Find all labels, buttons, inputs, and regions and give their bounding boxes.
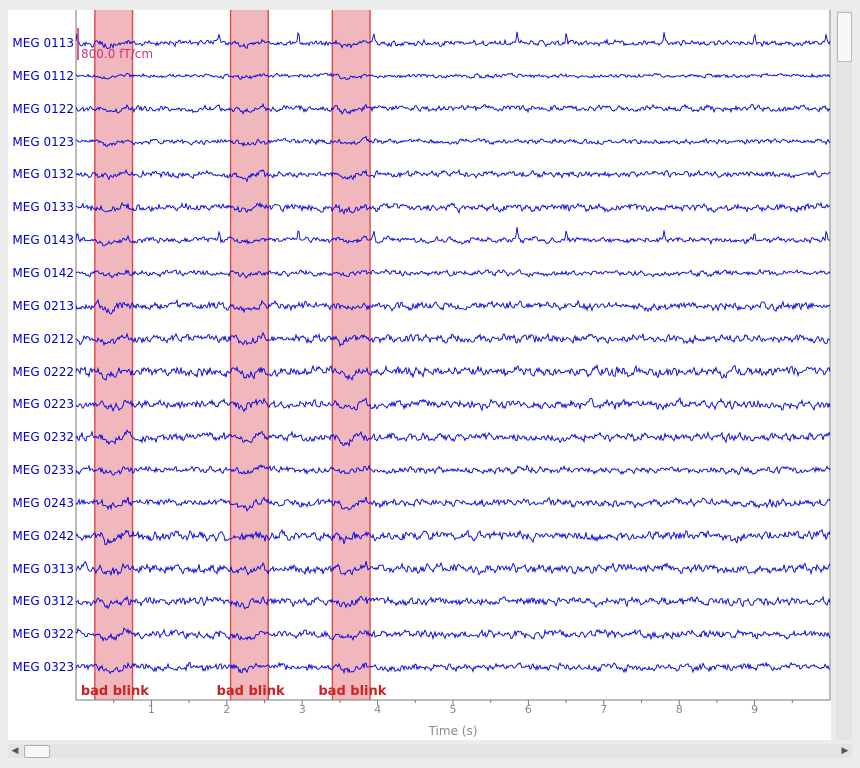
channel-trace[interactable] bbox=[75, 298, 831, 315]
channel-trace[interactable] bbox=[75, 31, 831, 50]
channel-label[interactable]: MEG 0223 bbox=[10, 397, 74, 411]
channel-trace[interactable] bbox=[75, 201, 831, 216]
x-tick-label: 3 bbox=[298, 703, 306, 716]
x-tick-label: 7 bbox=[600, 703, 608, 716]
channel-trace[interactable] bbox=[75, 331, 831, 348]
channel-trace[interactable] bbox=[75, 397, 831, 413]
channel-trace[interactable] bbox=[75, 627, 831, 643]
vertical-scroll-thumb[interactable] bbox=[837, 12, 852, 62]
x-tick-label: 2 bbox=[223, 703, 231, 716]
channel-trace[interactable] bbox=[75, 168, 831, 183]
trace-layer bbox=[75, 31, 831, 675]
raw-data-plot[interactable]: MEG 0113 MEG 0112 MEG 0122 MEG 0123 MEG 0132… bbox=[8, 10, 831, 740]
scroll-right-icon[interactable]: ▶ bbox=[838, 744, 852, 758]
channel-label[interactable]: MEG 0213 bbox=[10, 299, 74, 313]
channel-label[interactable]: MEG 0222 bbox=[10, 365, 74, 379]
scroll-left-icon[interactable]: ◀ bbox=[8, 744, 22, 758]
annotation-span[interactable] bbox=[332, 10, 371, 700]
channel-trace[interactable] bbox=[75, 135, 831, 148]
channel-label[interactable]: MEG 0312 bbox=[10, 594, 74, 608]
channel-label[interactable]: MEG 0233 bbox=[10, 463, 74, 477]
channel-label[interactable]: MEG 0242 bbox=[10, 529, 74, 543]
annotation-span[interactable] bbox=[230, 10, 269, 700]
scale-bar-label: 800.0 fT/cm bbox=[81, 47, 154, 61]
channel-label[interactable]: MEG 0322 bbox=[10, 627, 74, 641]
channel-trace[interactable] bbox=[75, 268, 831, 279]
channel-trace[interactable] bbox=[75, 560, 831, 577]
horizontal-scrollbar[interactable]: ◀ ▶ bbox=[8, 744, 852, 758]
x-tick-label: 6 bbox=[524, 703, 532, 716]
channel-trace[interactable] bbox=[75, 463, 831, 476]
x-tick-label: 1 bbox=[147, 703, 155, 716]
annotation-label: bad blink bbox=[80, 684, 149, 699]
channel-label[interactable]: MEG 0323 bbox=[10, 660, 74, 674]
horizontal-scroll-thumb[interactable] bbox=[24, 745, 50, 758]
x-tick-label: 9 bbox=[751, 703, 759, 716]
channel-trace[interactable] bbox=[75, 661, 831, 675]
channel-label[interactable]: MEG 0132 bbox=[10, 167, 74, 181]
channel-trace[interactable] bbox=[75, 102, 831, 115]
x-tick-label: 8 bbox=[675, 703, 683, 716]
x-tick-label: 5 bbox=[449, 703, 457, 716]
channel-label[interactable]: MEG 0122 bbox=[10, 102, 74, 116]
channel-label[interactable]: MEG 0212 bbox=[10, 332, 74, 346]
channel-label[interactable]: MEG 0112 bbox=[10, 69, 74, 83]
channel-trace[interactable] bbox=[75, 595, 831, 610]
x-tick-label: 4 bbox=[374, 703, 382, 716]
channel-label[interactable]: MEG 0133 bbox=[10, 200, 74, 214]
vertical-scrollbar[interactable] bbox=[836, 10, 852, 740]
channel-label[interactable]: MEG 0313 bbox=[10, 562, 74, 576]
channel-trace[interactable] bbox=[75, 528, 831, 546]
annotation-layer bbox=[94, 10, 371, 700]
channel-trace[interactable] bbox=[75, 72, 831, 80]
channel-label[interactable]: MEG 0142 bbox=[10, 266, 74, 280]
annotation-label: bad blink bbox=[318, 684, 387, 699]
channel-trace[interactable] bbox=[75, 496, 831, 513]
channel-label[interactable]: MEG 0143 bbox=[10, 233, 74, 247]
channel-label[interactable]: MEG 0113 bbox=[10, 36, 74, 50]
channel-trace[interactable] bbox=[75, 429, 831, 447]
channel-label[interactable]: MEG 0232 bbox=[10, 430, 74, 444]
annotation-label: bad blink bbox=[216, 684, 285, 699]
channel-trace[interactable] bbox=[75, 227, 831, 247]
x-axis-title: Time (s) bbox=[428, 724, 478, 738]
channel-label[interactable]: MEG 0123 bbox=[10, 135, 74, 149]
channel-trace[interactable] bbox=[75, 363, 831, 381]
trace-canvas[interactable] bbox=[8, 10, 831, 740]
channel-label[interactable]: MEG 0243 bbox=[10, 496, 74, 510]
